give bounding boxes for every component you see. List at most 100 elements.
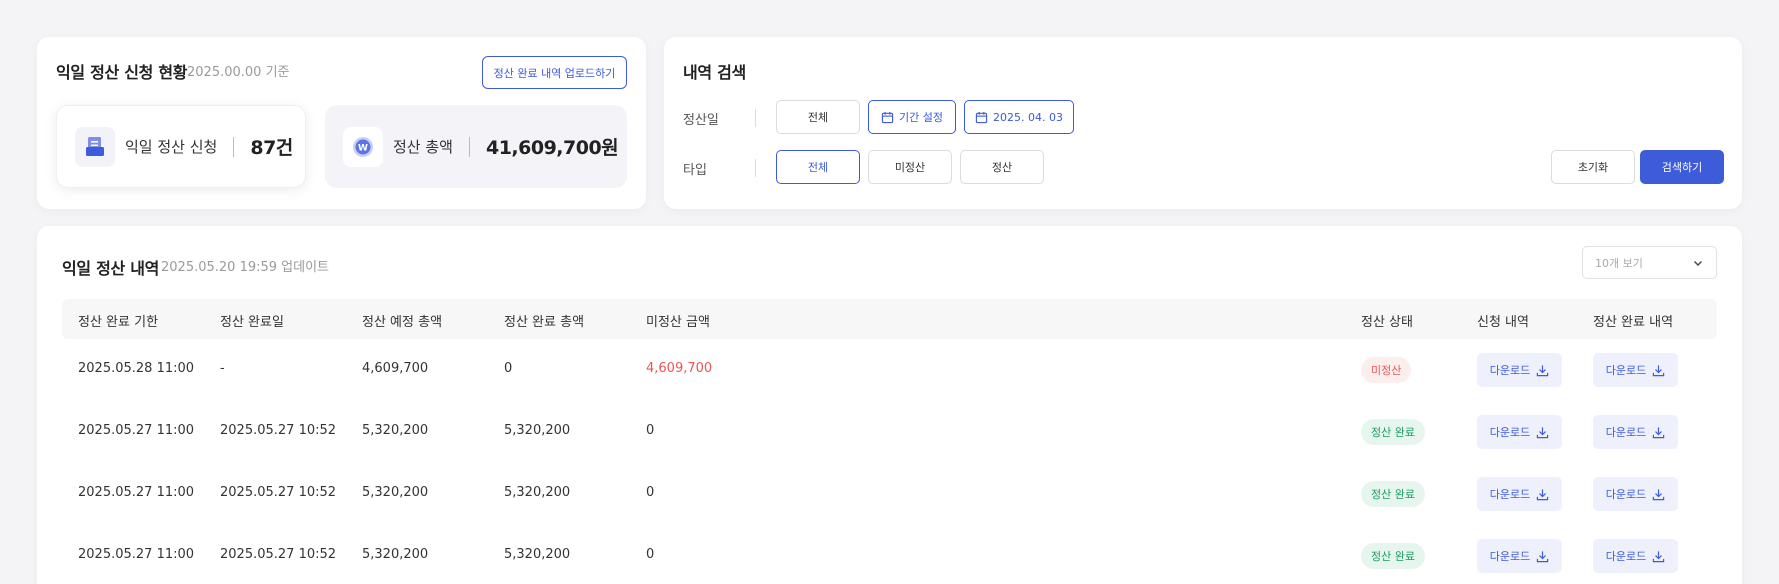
expected-total-cell: 5,320,200 — [362, 547, 429, 562]
date-range-button[interactable]: 기간 설정 — [868, 100, 956, 134]
settlement-summary-card: 익일 정산 신청 현황 2025.00.00 기준 정산 완료 내역 업로드하기… — [37, 37, 646, 209]
download-label: 다운로드 — [1605, 364, 1647, 377]
download-icon — [1653, 426, 1665, 438]
column-header: 정산 상태 — [1361, 315, 1413, 330]
download-label: 다운로드 — [1605, 550, 1647, 563]
history-search-card: 내역 검색 정산일 전체 기간 설정 2025. 04. 03 타입 전체 미정… — [664, 37, 1742, 209]
download-icon — [1537, 364, 1549, 376]
settlement-history-card: 익일 정산 내역 2025.05.20 19:59 업데이트 10개 보기 정산… — [37, 226, 1742, 584]
completed-download-button[interactable]: 다운로드 — [1593, 477, 1678, 511]
settled-total-cell: 0 — [504, 361, 513, 376]
calendar-icon — [881, 111, 894, 123]
completed-date-cell: - — [220, 361, 225, 376]
download-label: 다운로드 — [1489, 488, 1531, 501]
settled-total-cell: 5,320,200 — [504, 423, 571, 438]
table-row: 2025.05.27 11:00 2025.05.27 10:52 5,320,20… — [62, 525, 1717, 584]
completed-download-button[interactable]: 다운로드 — [1593, 539, 1678, 573]
settlement-total-value: 41,609,700원 — [485, 137, 619, 159]
column-header: 신청 내역 — [1477, 315, 1529, 330]
selected-date-label: 2025. 04. 03 — [993, 110, 1063, 124]
request-download-button[interactable]: 다운로드 — [1477, 477, 1562, 511]
table-row: 2025.05.28 11:00 - 4,609,700 0 4,609,700 미정산 다… — [62, 339, 1717, 401]
deadline-cell: 2025.05.27 11:00 — [78, 485, 195, 500]
column-header: 정산 완료 내역 — [1593, 315, 1674, 330]
expected-total-cell: 4,609,700 — [362, 361, 429, 376]
date-filter-all[interactable]: 전체 — [776, 100, 860, 134]
settlement-total-stat: W 정산 총액 41,609,700원 — [325, 105, 627, 188]
type-filter-unsettled[interactable]: 미정산 — [868, 150, 952, 184]
completed-date-cell: 2025.05.27 10:52 — [220, 423, 337, 438]
status-badge: 미정산 — [1361, 357, 1412, 383]
settled-total-cell: 5,320,200 — [504, 485, 571, 500]
status-badge: 정산 완료 — [1361, 543, 1425, 569]
divider — [755, 159, 756, 177]
summary-title: 익일 정산 신청 현황 — [56, 63, 188, 82]
page-size-select[interactable]: 10개 보기 — [1582, 246, 1717, 279]
completed-download-button[interactable]: 다운로드 — [1593, 415, 1678, 449]
type-row-label: 타입 — [683, 163, 707, 178]
unsettled-amount-cell: 0 — [646, 547, 655, 562]
type-filter-settled[interactable]: 정산 — [960, 150, 1044, 184]
download-icon — [1537, 550, 1549, 562]
download-label: 다운로드 — [1489, 426, 1531, 439]
table-row: 2025.05.27 11:00 2025.05.27 10:52 5,320,20… — [62, 463, 1717, 525]
table-header: 정산 완료 기한 정산 완료일 정산 예정 총액 정산 완료 총액 미정산 금액… — [62, 299, 1717, 339]
settled-total-cell: 5,320,200 — [504, 547, 571, 562]
history-title: 익일 정산 내역 — [62, 259, 160, 278]
document-icon — [75, 126, 115, 167]
request-count-stat: 익일 정산 신청 87건 — [56, 105, 306, 188]
download-label: 다운로드 — [1489, 364, 1531, 377]
download-icon — [1653, 364, 1665, 376]
column-header: 미정산 금액 — [646, 315, 710, 330]
reset-button[interactable]: 초기화 — [1551, 150, 1635, 184]
completed-date-cell: 2025.05.27 10:52 — [220, 547, 337, 562]
search-button[interactable]: 검색하기 — [1640, 150, 1724, 184]
download-label: 다운로드 — [1489, 550, 1531, 563]
completed-date-cell: 2025.05.27 10:52 — [220, 485, 337, 500]
status-badge: 정산 완료 — [1361, 481, 1425, 507]
type-filter-all[interactable]: 전체 — [776, 150, 860, 184]
date-row-label: 정산일 — [683, 113, 719, 128]
download-icon — [1537, 488, 1549, 500]
history-updated: 2025.05.20 19:59 업데이트 — [161, 260, 330, 275]
settlement-total-label: 정산 총액 — [393, 138, 453, 156]
deadline-cell: 2025.05.27 11:00 — [78, 423, 195, 438]
summary-date-basis: 2025.00.00 기준 — [187, 65, 290, 80]
request-count-value: 87건 — [250, 137, 293, 159]
divider — [755, 109, 756, 127]
date-picker-button[interactable]: 2025. 04. 03 — [964, 100, 1074, 134]
request-download-button[interactable]: 다운로드 — [1477, 353, 1562, 387]
request-count-label: 익일 정산 신청 — [125, 138, 218, 156]
download-label: 다운로드 — [1605, 426, 1647, 439]
deadline-cell: 2025.05.27 11:00 — [78, 547, 195, 562]
request-download-button[interactable]: 다운로드 — [1477, 539, 1562, 573]
column-header: 정산 완료 총액 — [504, 315, 585, 330]
divider — [233, 136, 235, 157]
chevron-down-icon — [1694, 260, 1702, 266]
request-download-button[interactable]: 다운로드 — [1477, 415, 1562, 449]
won-coin-letter: W — [358, 143, 368, 153]
upload-completed-button[interactable]: 정산 완료 내역 업로드하기 — [482, 56, 627, 89]
expected-total-cell: 5,320,200 — [362, 423, 429, 438]
page-size-placeholder: 10개 보기 — [1595, 256, 1643, 270]
unsettled-amount-cell: 0 — [646, 423, 655, 438]
date-range-label: 기간 설정 — [899, 111, 943, 124]
unsettled-amount-cell: 4,609,700 — [646, 361, 713, 376]
expected-total-cell: 5,320,200 — [362, 485, 429, 500]
search-title: 내역 검색 — [683, 63, 746, 82]
deadline-cell: 2025.05.28 11:00 — [78, 361, 195, 376]
column-header: 정산 완료일 — [220, 315, 284, 330]
completed-download-button[interactable]: 다운로드 — [1593, 353, 1678, 387]
download-icon — [1653, 550, 1665, 562]
status-badge: 정산 완료 — [1361, 419, 1425, 445]
calendar-icon — [975, 111, 988, 123]
download-label: 다운로드 — [1605, 488, 1647, 501]
column-header: 정산 완료 기한 — [78, 315, 159, 330]
unsettled-amount-cell: 0 — [646, 485, 655, 500]
download-icon — [1537, 426, 1549, 438]
won-coin-icon: W — [343, 126, 383, 167]
download-icon — [1653, 488, 1665, 500]
divider — [468, 136, 470, 157]
column-header: 정산 예정 총액 — [362, 315, 443, 330]
table-row: 2025.05.27 11:00 2025.05.27 10:52 5,320,20… — [62, 401, 1717, 463]
